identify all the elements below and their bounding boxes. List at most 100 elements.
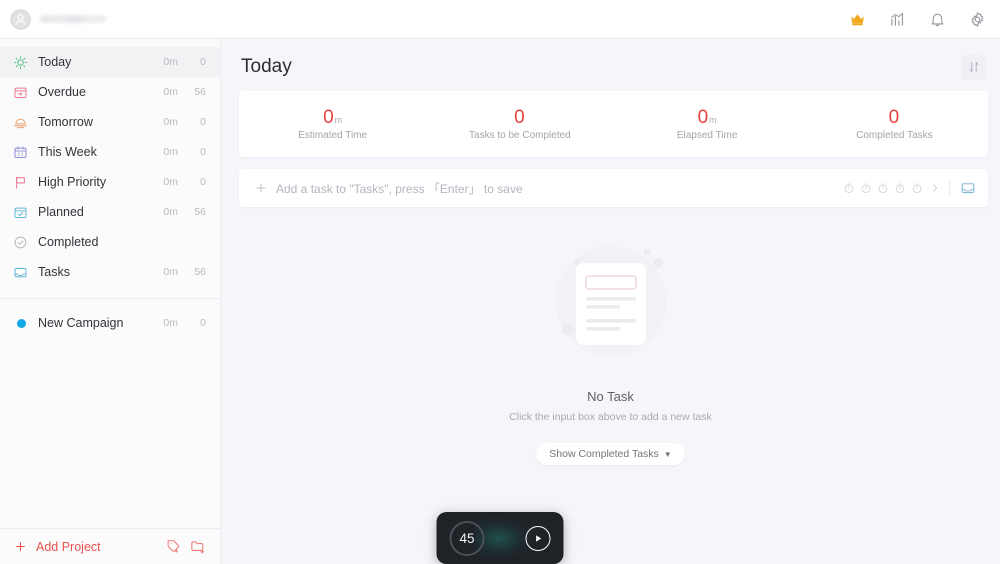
inbox-icon xyxy=(12,264,28,280)
sidebar-item-count: 56 xyxy=(194,206,206,218)
stat-label: Estimated Time xyxy=(298,129,368,141)
sidebar-item-label: New Campaign xyxy=(38,316,124,330)
sidebar-item-time: 0m xyxy=(163,176,178,188)
priority-1-icon[interactable] xyxy=(842,182,855,195)
sidebar-scroll: Today 0m 0 Overdue 0m 56 Tomorrow 0m 0 T… xyxy=(0,39,220,528)
stats-card: 0 m Estimated Time 0 Tasks to be Complet… xyxy=(239,91,988,157)
sidebar-item-time: 0m xyxy=(163,56,178,68)
topbar-actions xyxy=(848,10,986,28)
sidebar-item-count: 56 xyxy=(194,266,206,278)
sidebar-item-time: 0m xyxy=(163,146,178,158)
sidebar-item-label: High Priority xyxy=(38,175,107,189)
sidebar-item-label: Planned xyxy=(38,205,84,219)
bell-icon[interactable] xyxy=(928,10,946,28)
chevron-right-icon[interactable] xyxy=(929,182,940,195)
check-circle-icon xyxy=(12,234,28,250)
stat-label: Tasks to be Completed xyxy=(469,129,571,141)
sidebar-item-tomorrow[interactable]: Tomorrow 0m 0 xyxy=(0,107,220,137)
stat-value: 0 xyxy=(514,108,526,127)
sidebar-item-high-priority[interactable]: High Priority 0m 0 xyxy=(0,167,220,197)
sidebar-item-today[interactable]: Today 0m 0 xyxy=(0,47,220,77)
app-root: Today 0m 0 Overdue 0m 56 Tomorrow 0m 0 T… xyxy=(0,0,1000,564)
pomodoro-timer-widget[interactable]: 45 xyxy=(436,512,564,564)
empty-document-illustration xyxy=(536,231,686,381)
sidebar-item-label: Completed xyxy=(38,235,99,249)
stat-number: 0 xyxy=(323,106,334,128)
sidebar-item-count: 0 xyxy=(200,116,206,128)
priority-selector xyxy=(842,182,940,195)
plus-icon xyxy=(12,538,29,555)
divider xyxy=(949,180,950,196)
sidebar-item-tasks[interactable]: Tasks 0m 56 xyxy=(0,257,220,287)
stat-estimated-time: 0 m Estimated Time xyxy=(239,108,426,141)
plus-icon xyxy=(253,181,268,196)
flag-icon xyxy=(12,174,28,190)
sidebar-item-time: 0m xyxy=(163,206,178,218)
stat-label: Elapsed Time xyxy=(676,129,738,141)
stat-elapsed-time: 0 m Elapsed Time xyxy=(614,108,801,141)
sidebar-item-new-campaign[interactable]: New Campaign 0m 0 xyxy=(0,308,220,338)
add-task-input[interactable]: Add a task to "Tasks", press 「Enter」 to … xyxy=(276,180,523,197)
gear-icon[interactable] xyxy=(968,10,986,28)
empty-state-subtitle: Click the input box above to add a new t… xyxy=(509,411,712,423)
sidebar-item-count: 0 xyxy=(200,146,206,158)
user-avatar-icon[interactable] xyxy=(10,8,31,30)
sidebar-item-label: Tasks xyxy=(38,265,70,279)
stat-value: 0 m xyxy=(698,108,717,127)
sort-icon[interactable] xyxy=(961,54,986,80)
sidebar-item-overdue[interactable]: Overdue 0m 56 xyxy=(0,77,220,107)
body-row: Today 0m 0 Overdue 0m 56 Tomorrow 0m 0 T… xyxy=(0,39,1000,564)
stat-label: Completed Tasks xyxy=(856,129,933,141)
priority-3-icon[interactable] xyxy=(876,182,889,195)
stat-completed-tasks: 0 Completed Tasks xyxy=(801,108,988,141)
username-label xyxy=(40,15,106,23)
crown-icon[interactable] xyxy=(848,10,866,28)
sun-icon xyxy=(12,54,28,70)
sidebar-item-this-week[interactable]: This Week 0m 0 xyxy=(0,137,220,167)
page-title: Today xyxy=(241,56,292,77)
sidebar-item-label: Overdue xyxy=(38,85,86,99)
main-header: Today xyxy=(221,39,1000,85)
play-icon[interactable] xyxy=(525,525,551,551)
sidebar-divider xyxy=(0,298,220,299)
stat-number: 0 xyxy=(888,106,900,128)
empty-state-title: No Task xyxy=(587,389,634,404)
stat-number: 0 xyxy=(697,106,709,128)
stat-tasks-to-be-completed: 0 Tasks to be Completed xyxy=(426,108,613,141)
priority-4-icon[interactable] xyxy=(893,182,906,195)
calendar-icon xyxy=(12,144,28,160)
statistics-icon[interactable] xyxy=(888,10,906,28)
stat-number: 0 xyxy=(514,106,525,128)
overdue-icon xyxy=(12,84,28,100)
user-profile[interactable] xyxy=(10,8,106,30)
planned-icon xyxy=(12,204,28,220)
sidebar-item-planned[interactable]: Planned 0m 56 xyxy=(0,197,220,227)
stat-unit: m xyxy=(709,114,717,125)
sidebar-item-time: 0m xyxy=(163,86,178,98)
sidebar-item-time: 0m xyxy=(163,266,178,278)
add-tag-icon[interactable] xyxy=(165,538,182,555)
sidebar-item-label: Tomorrow xyxy=(38,115,93,129)
sidebar-item-time: 0m xyxy=(163,116,178,128)
inbox-icon[interactable] xyxy=(959,180,976,197)
chevron-down-icon: ▼ xyxy=(663,449,672,459)
priority-2-icon[interactable] xyxy=(859,182,872,195)
show-completed-tasks-button[interactable]: Show Completed Tasks ▼ xyxy=(536,443,685,465)
sidebar-item-completed[interactable]: Completed xyxy=(0,227,220,257)
sidebar: Today 0m 0 Overdue 0m 56 Tomorrow 0m 0 T… xyxy=(0,39,221,564)
main-content: Today 0 m Estimated Time 0 Tasks to be C… xyxy=(221,39,1000,564)
stat-unit: m xyxy=(334,114,343,125)
sidebar-item-label: Today xyxy=(38,55,72,69)
add-project-button[interactable]: Add Project xyxy=(12,538,101,555)
sidebar-item-count: 0 xyxy=(200,317,206,329)
priority-5-icon[interactable] xyxy=(910,182,923,195)
stat-value: 0 xyxy=(889,108,901,127)
empty-state: No Task Click the input box above to add… xyxy=(221,207,1000,564)
add-task-bar[interactable]: Add a task to "Tasks", press 「Enter」 to … xyxy=(239,169,988,207)
sidebar-item-time: 0m xyxy=(163,317,178,329)
sidebar-item-count: 0 xyxy=(200,56,206,68)
sidebar-item-count: 56 xyxy=(194,86,206,98)
sunrise-icon xyxy=(12,114,28,130)
stat-value: 0 m xyxy=(323,108,342,127)
add-folder-icon[interactable] xyxy=(189,538,206,555)
